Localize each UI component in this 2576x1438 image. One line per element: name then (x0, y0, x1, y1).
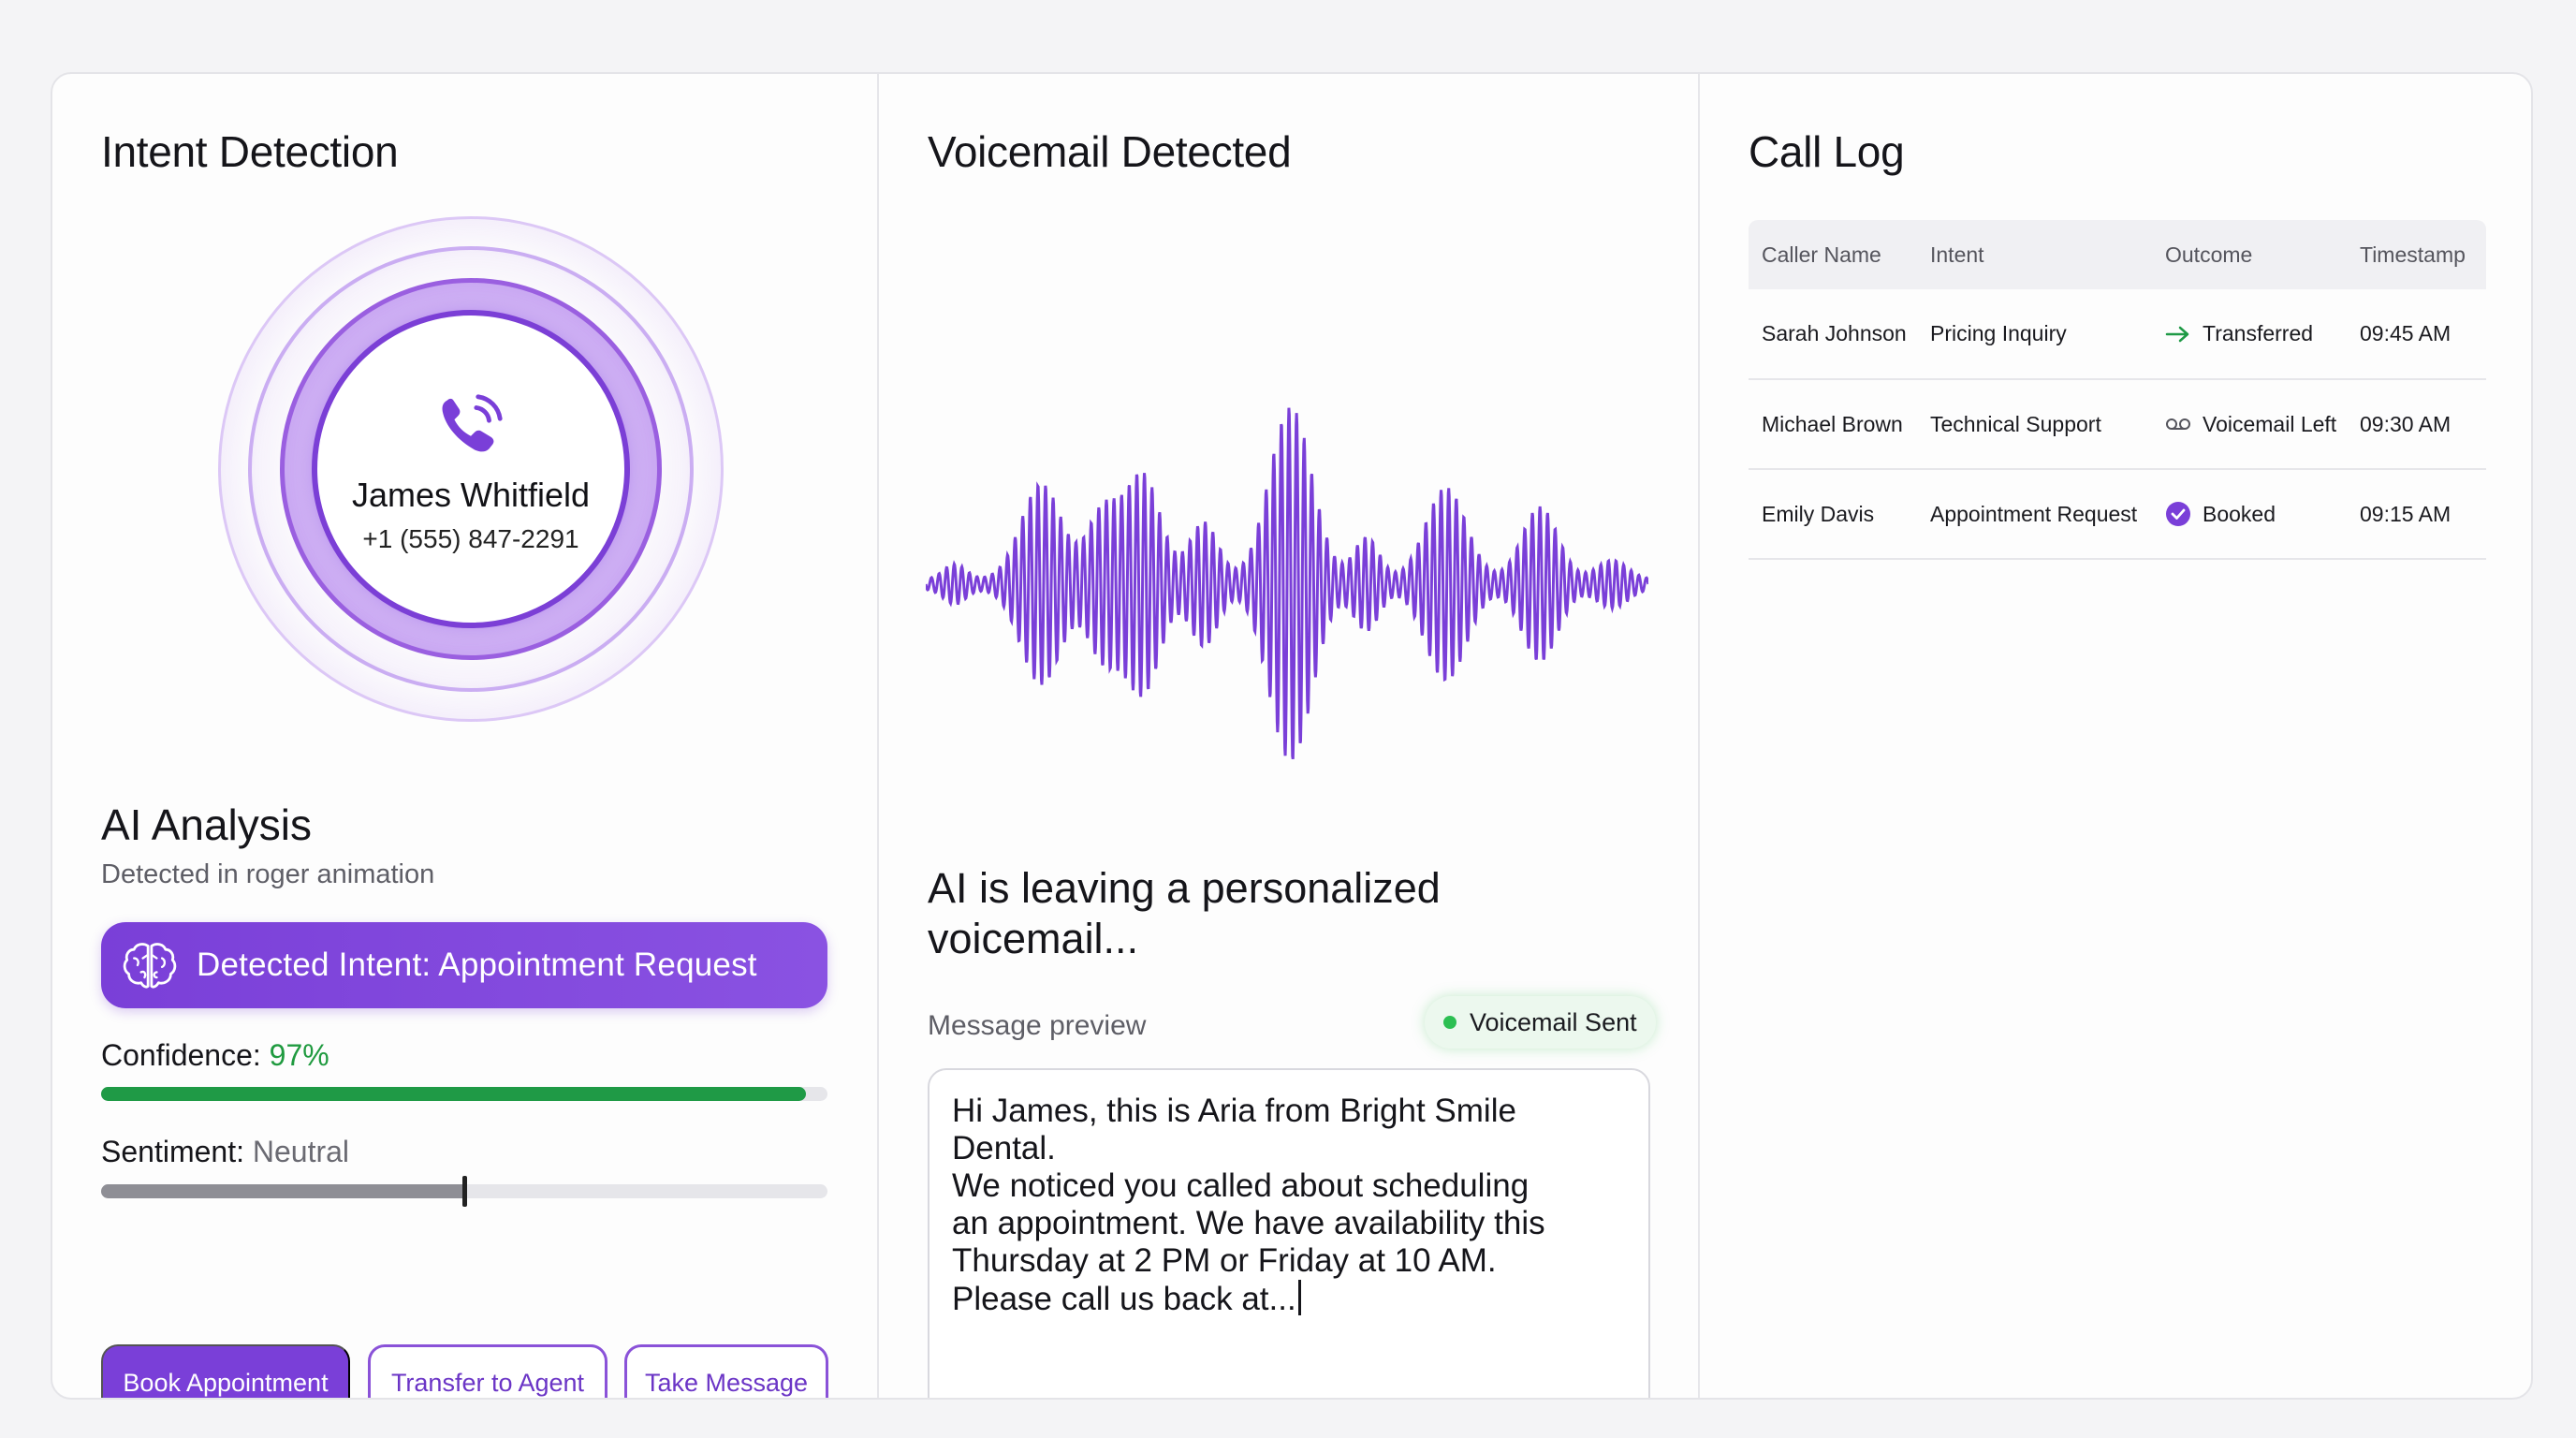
table-row[interactable]: Emily Davis Appointment Request Booked 0… (1749, 469, 2486, 559)
arrow-right-icon (2165, 326, 2189, 342)
timestamp-cell: 09:15 AM (2360, 501, 2452, 526)
voicemail-panel: Voicemail Detected AI is leaving a perso… (879, 74, 1700, 1398)
call-log-table: Caller Name Intent Outcome Timestamp Sar… (1749, 220, 2486, 560)
outcome-cell: Booked (2152, 469, 2347, 559)
caller-phone-number: +1 (555) 847-2291 (362, 524, 579, 553)
dashboard-card: Intent Detection James Whitfield +1 (555… (51, 72, 2533, 1400)
panel-title: Voicemail Detected (928, 127, 1292, 176)
message-preview-label: Message preview (928, 1010, 1147, 1041)
text-caret (1297, 1280, 1301, 1315)
intent-cell: Appointment Request (1930, 501, 2138, 526)
book-appointment-button[interactable]: Book Appointment (101, 1344, 350, 1398)
outcome-label: Voicemail Left (2203, 411, 2337, 436)
confidence-label: Confidence: (101, 1038, 261, 1072)
intent-detection-panel: Intent Detection James Whitfield +1 (555… (52, 74, 879, 1398)
detected-intent-pill: Detected Intent: Appointment Request (101, 922, 827, 1008)
panel-title: Intent Detection (101, 127, 399, 176)
column-header-caller-name[interactable]: Caller Name (1749, 220, 1917, 289)
ai-analysis-title: AI Analysis (101, 800, 312, 849)
take-message-button[interactable]: Take Message (624, 1344, 828, 1398)
call-log-panel: Call Log Caller Name Intent Outcome Time… (1700, 74, 2531, 1398)
sentiment-bar (101, 1176, 827, 1207)
caller-info: James Whitfield +1 (555) 847-2291 (312, 310, 630, 628)
column-header-intent[interactable]: Intent (1917, 220, 2152, 289)
audio-waveform (926, 407, 1648, 760)
sentiment-bar-fill (101, 1184, 464, 1198)
timestamp-cell: 09:30 AM (2360, 411, 2452, 436)
timestamp-cell: 09:45 AM (2360, 321, 2452, 345)
voicemail-status-heading: AI is leaving a personalized voicemail..… (928, 864, 1441, 962)
confidence-bar-fill (101, 1087, 806, 1101)
transfer-to-agent-button[interactable]: Transfer to Agent (368, 1344, 607, 1398)
table-row[interactable]: Sarah Johnson Pricing Inquiry Transferre… (1749, 289, 2486, 379)
column-header-outcome[interactable]: Outcome (2152, 220, 2347, 289)
phone-ringing-icon (442, 394, 503, 452)
sentiment-row: Sentiment: Neutral (101, 1135, 349, 1169)
confidence-bar (101, 1087, 827, 1101)
check-circle-icon (2166, 502, 2190, 526)
waveform-path (926, 407, 1648, 760)
panel-title: Call Log (1749, 127, 1905, 176)
table-header-row: Caller Name Intent Outcome Timestamp (1749, 220, 2486, 289)
sentiment-value: Neutral (252, 1135, 350, 1168)
caller-name: James Whitfield (351, 476, 591, 514)
outcome-label: Booked (2203, 501, 2276, 526)
detected-intent-label: Detected Intent: Appointment Request (197, 946, 757, 983)
confidence-row: Confidence: 97% (101, 1038, 329, 1073)
sentiment-label: Sentiment: (101, 1135, 244, 1168)
confidence-value: 97% (269, 1038, 329, 1072)
intent-cell: Technical Support (1930, 411, 2101, 436)
voicemail-sent-badge: Voicemail Sent (1425, 996, 1656, 1049)
intent-cell: Pricing Inquiry (1930, 321, 2067, 345)
brain-icon (123, 943, 177, 989)
table-row[interactable]: Michael Brown Technical Support Voicemai… (1749, 379, 2486, 469)
ai-analysis-subtitle: Detected in roger animation (101, 859, 435, 889)
status-dot-icon (1443, 1016, 1456, 1029)
sentiment-marker (462, 1176, 467, 1207)
outcome-label: Transferred (2203, 321, 2314, 345)
message-preview-box[interactable]: Hi James, this is Aria from Bright Smile… (928, 1068, 1650, 1398)
caller-name-cell: Emily Davis (1762, 501, 1875, 526)
caller-name-cell: Michael Brown (1762, 411, 1903, 436)
caller-avatar-rings: James Whitfield +1 (555) 847-2291 (218, 216, 724, 722)
message-preview-text: Hi James, this is Aria from Bright Smile… (952, 1093, 1545, 1317)
caller-name-cell: Sarah Johnson (1762, 321, 1907, 345)
voicemail-sent-label: Voicemail Sent (1470, 1007, 1637, 1036)
outcome-cell: Voicemail Left (2152, 379, 2347, 469)
column-header-timestamp[interactable]: Timestamp (2347, 220, 2486, 289)
voicemail-icon (2166, 418, 2190, 430)
outcome-cell: Transferred (2152, 289, 2347, 379)
